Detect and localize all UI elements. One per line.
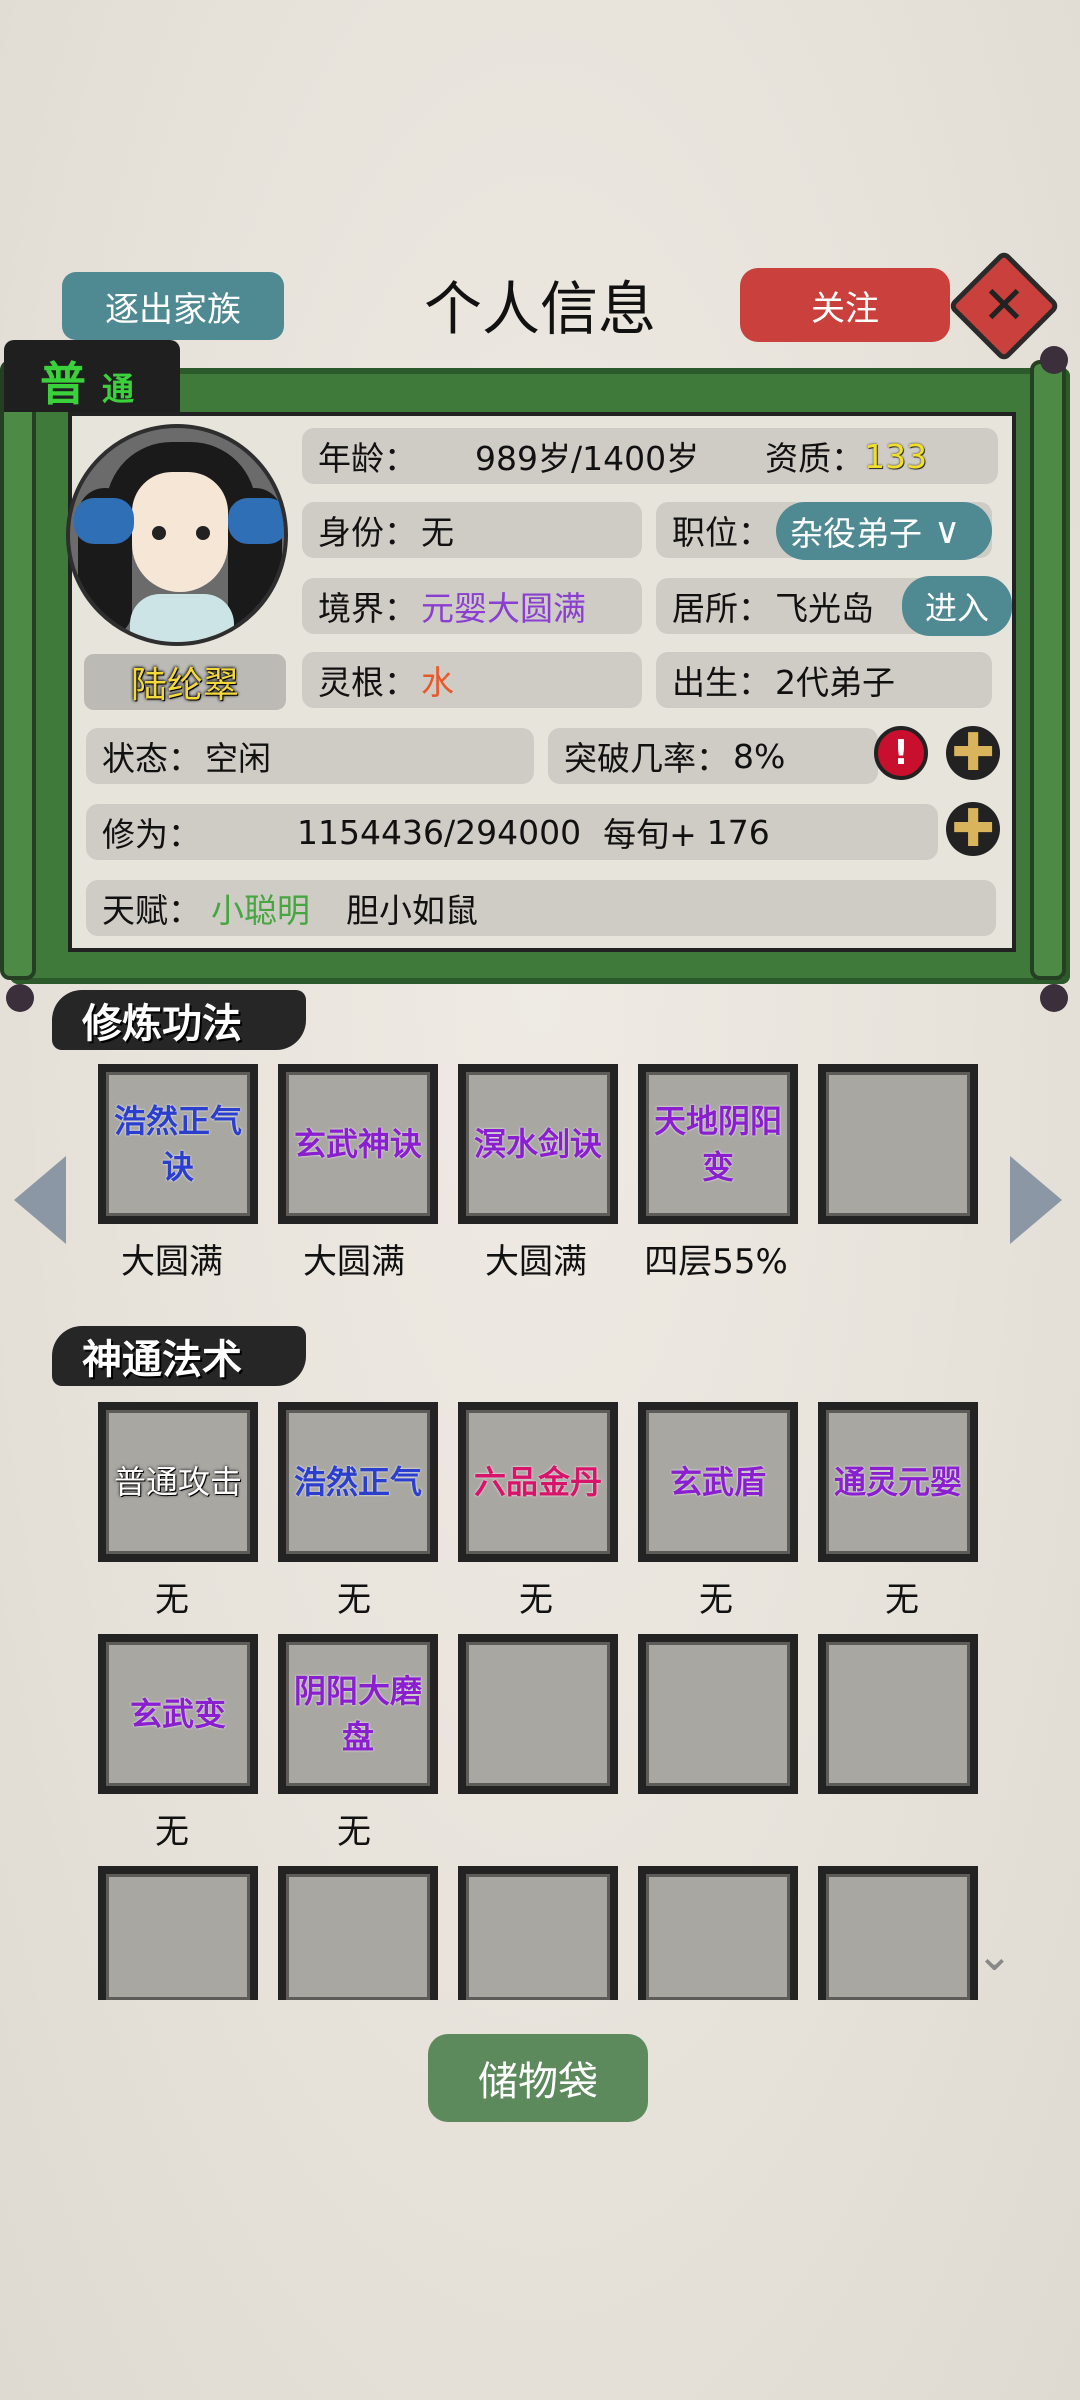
talent-label: 天赋： (102, 891, 201, 930)
spirit-root-field: 灵根： 水 (302, 652, 642, 708)
residence-label: 居所： (672, 589, 771, 628)
spell-slot[interactable]: 浩然正气 (278, 1402, 438, 1562)
plus-icon[interactable]: ✚ (946, 799, 1000, 859)
chevron-left-icon[interactable] (14, 1156, 66, 1244)
status-label: 状态： (102, 739, 201, 778)
spell-slot-empty[interactable] (638, 1866, 798, 2000)
spell-slot-empty[interactable] (98, 1866, 258, 2000)
spell-level: 无 (699, 1580, 733, 1620)
character-name: 陆纶翠 (84, 654, 286, 710)
status-field: 状态： 空闲 (86, 728, 534, 784)
technique-slot[interactable]: 天地阴阳变 (638, 1064, 798, 1224)
technique-level: 大圆满 (303, 1242, 405, 1282)
age-label: 年龄： (318, 439, 417, 478)
storage-bag-button[interactable]: 储物袋 (428, 2034, 648, 2122)
identity-value: 无 (421, 513, 454, 552)
spell-slot[interactable]: 六品金丹 (458, 1402, 618, 1562)
spirit-root-value: 水 (421, 663, 454, 702)
avatar-eye (152, 526, 166, 540)
cultivation-label: 修为： (102, 815, 201, 854)
spirit-root-label: 灵根： (318, 663, 417, 702)
technique-slot[interactable]: 浩然正气诀 (98, 1064, 258, 1224)
spell-slot-empty[interactable] (818, 1634, 978, 1794)
spells-section-header: 神通法术 (52, 1326, 306, 1386)
status-value: 空闲 (205, 739, 271, 778)
scroll-rod-right (1030, 360, 1066, 980)
aptitude-value: 133 (864, 436, 928, 476)
close-icon: ✕ (982, 276, 1026, 336)
position-value: 杂役弟子 (790, 514, 922, 553)
technique-level: 大圆满 (485, 1242, 587, 1282)
cultivation-value: 1154436/294000 (297, 812, 582, 852)
techniques-section-header: 修炼功法 (52, 990, 306, 1050)
avatar-eye (196, 526, 210, 540)
rod-cap (1040, 984, 1068, 1012)
rank-tab (4, 340, 180, 412)
breakthrough-field: 突破几率： 8% (548, 728, 878, 784)
spell-slot[interactable]: 普通攻击 (98, 1402, 258, 1562)
alert-icon[interactable]: ! (874, 726, 928, 780)
talent-field: 天赋： 小聪明 胆小如鼠 (86, 880, 996, 936)
spell-slot-empty[interactable] (278, 1866, 438, 2000)
birth-label: 出生： (672, 663, 771, 702)
aptitude-label: 资质： (765, 439, 865, 478)
chevron-right-icon[interactable] (1010, 1156, 1062, 1244)
avatar-ribbon (74, 498, 134, 544)
spell-level: 无 (337, 1812, 371, 1852)
avatar[interactable] (66, 424, 288, 646)
enter-residence-button[interactable]: 进入 (902, 576, 1012, 636)
avatar-body (130, 594, 234, 642)
position-label: 职位： (672, 513, 771, 552)
technique-level: 四层55% (644, 1242, 788, 1282)
per-turn-label: 每旬+ (603, 815, 697, 854)
plus-icon[interactable]: ✚ (946, 723, 1000, 783)
follow-button[interactable]: 关注 (740, 268, 950, 342)
spell-level: 无 (155, 1812, 189, 1852)
spell-level: 无 (155, 1580, 189, 1620)
identity-field: 身份： 无 (302, 502, 642, 558)
cultivation-field: 修为： 1154436/294000 每旬+ 176 (86, 804, 938, 860)
spell-level: 无 (519, 1580, 553, 1620)
residence-value: 飞光岛 (775, 589, 874, 628)
realm-value: 元婴大圆满 (421, 589, 586, 628)
rank-label: 普 (40, 357, 88, 411)
technique-slot-empty[interactable] (818, 1064, 978, 1224)
spell-slot-empty[interactable] (638, 1634, 798, 1794)
rod-cap (6, 984, 34, 1012)
spell-slot[interactable]: 阴阳大磨盘 (278, 1634, 438, 1794)
rod-cap (1040, 346, 1068, 374)
spell-slot-empty[interactable] (458, 1866, 618, 2000)
spell-level: 无 (885, 1580, 919, 1620)
avatar-face (132, 472, 228, 592)
technique-level: 大圆满 (121, 1242, 223, 1282)
technique-slot[interactable]: 玄武神诀 (278, 1064, 438, 1224)
chevron-down-icon: ∨ (934, 510, 961, 552)
talent-2[interactable]: 胆小如鼠 (346, 884, 478, 932)
spell-slot-empty[interactable] (458, 1634, 618, 1794)
birth-value: 2代弟子 (775, 663, 895, 702)
position-dropdown[interactable]: 杂役弟子 ∨ (776, 502, 992, 560)
spell-slot[interactable]: 通灵元婴 (818, 1402, 978, 1562)
age-aptitude-field: 年龄： 989岁/1400岁 资质： 133 (302, 428, 998, 484)
breakthrough-label: 突破几率： (564, 739, 729, 778)
breakthrough-value: 8% (733, 736, 786, 776)
identity-label: 身份： (318, 513, 417, 552)
avatar-ribbon (228, 498, 284, 544)
scroll-rod-left (0, 360, 36, 980)
per-turn-value: 176 (706, 812, 770, 852)
technique-slot[interactable]: 溟水剑诀 (458, 1064, 618, 1224)
rank-label-suffix: 通 (102, 370, 135, 408)
age-value: 989岁/1400岁 (475, 439, 700, 478)
realm-label: 境界： (318, 589, 417, 628)
realm-field: 境界： 元婴大圆满 (302, 578, 642, 634)
spell-slot[interactable]: 玄武变 (98, 1634, 258, 1794)
spell-level: 无 (337, 1580, 371, 1620)
spell-slot-empty[interactable] (818, 1866, 978, 2000)
talent-1[interactable]: 小聪明 (211, 884, 310, 932)
chevron-down-icon[interactable]: ⌄ (976, 1930, 1024, 1981)
birth-field: 出生： 2代弟子 (656, 652, 992, 708)
spell-slot[interactable]: 玄武盾 (638, 1402, 798, 1562)
